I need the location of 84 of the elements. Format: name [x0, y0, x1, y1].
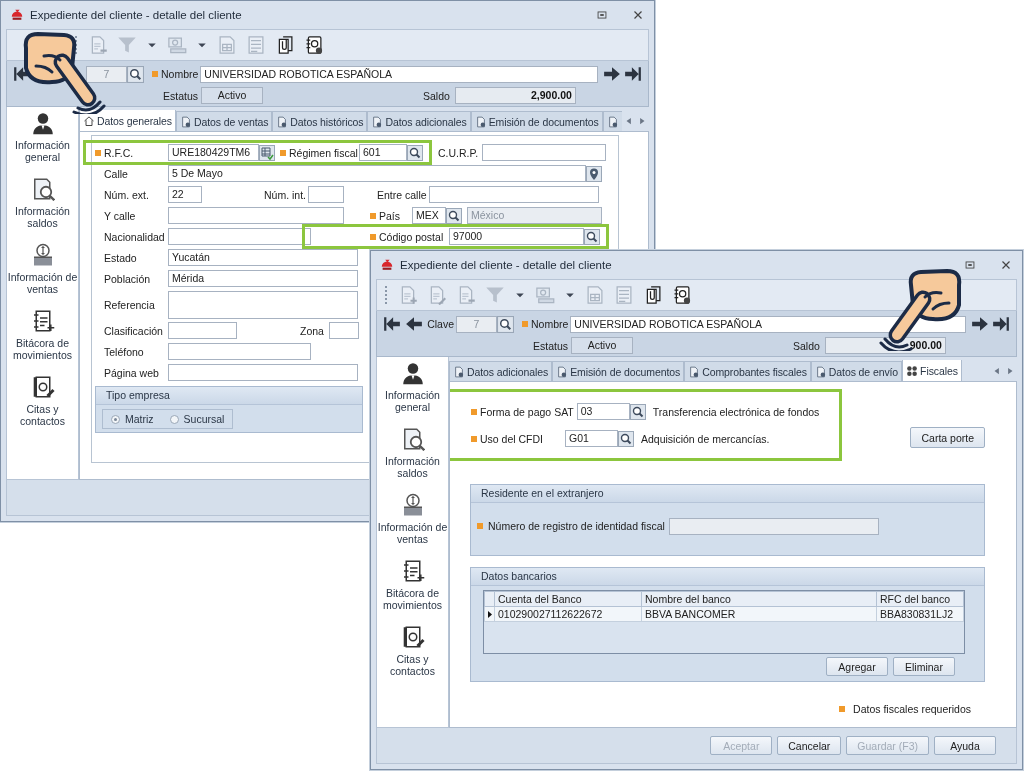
field-label: Código postal — [379, 230, 445, 243]
sidebar-item[interactable]: Información de ventas — [376, 521, 449, 545]
legend-text: Datos fiscales requeridos — [853, 703, 971, 715]
input-field[interactable]: 22 — [168, 186, 202, 203]
tab[interactable]: Emisión de documentos — [552, 361, 685, 381]
carta-porte-button[interactable]: Carta porte — [910, 427, 985, 448]
field-label: Calle — [104, 167, 129, 180]
field-label: Referencia — [104, 299, 156, 311]
field-label: Nombre — [531, 318, 570, 330]
field-label: Población — [104, 272, 152, 285]
field-label: Y calle — [104, 209, 137, 222]
field-label: Uso del CFDI — [480, 432, 544, 445]
input-field[interactable]: Mérida — [168, 270, 358, 287]
input-field[interactable]: 97000 — [449, 228, 584, 245]
sidebar-item[interactable]: Información general — [6, 139, 79, 163]
group-title: Residente en el extranjero — [471, 485, 984, 503]
table-button[interactable]: Agregar — [826, 657, 888, 676]
sidebar-item[interactable]: Información general — [376, 389, 449, 413]
input-field[interactable]: G01 — [565, 430, 618, 447]
tab[interactable]: Datos de ventas — [175, 111, 273, 131]
balance-field: 2,900.00 — [454, 87, 576, 104]
input-field[interactable]: Yucatán — [168, 249, 358, 266]
field-label: Nacionalidad — [104, 230, 166, 243]
field-label: Clasificación — [104, 324, 164, 337]
window-title: Expediente del cliente - detalle del cliente — [30, 9, 243, 21]
table-cell: 010290027112622672 — [494, 606, 642, 622]
field-label: Teléfono — [104, 345, 145, 358]
field-label: Estatus — [161, 89, 199, 102]
sidebar-item[interactable]: Citas y contactos — [376, 653, 449, 677]
footer-button[interactable]: Cancelar — [777, 736, 842, 755]
table-button[interactable]: Eliminar — [893, 657, 955, 676]
column-header: RFC del banco — [876, 591, 964, 607]
tab[interactable]: Emisión de documentos — [470, 111, 603, 131]
field-label: Número de registro de identidad fiscal — [488, 520, 666, 532]
window-title: Expediente del cliente - detalle del cliente — [400, 259, 613, 271]
field-label: Saldo — [423, 89, 451, 102]
field-label: Página web — [104, 366, 160, 379]
tab[interactable]: Datos generales — [79, 110, 176, 131]
tab[interactable]: Datos de envío — [810, 361, 903, 381]
field-description: Transferencia electrónica de fondos — [652, 405, 820, 418]
table-cell: BBA830831LJ2 — [876, 606, 964, 622]
group-title: Datos bancarios — [471, 568, 984, 586]
sidebar-item[interactable]: Bitácora de movimientos — [6, 337, 79, 361]
column-header: Cuenta del Banco — [494, 591, 642, 607]
input-field[interactable]: 03 — [576, 403, 630, 420]
field-label: Nombre — [161, 68, 200, 80]
input-field[interactable]: URE180429TM6 — [168, 144, 259, 161]
field-label: País — [379, 209, 401, 222]
field-label: Estatus — [531, 339, 569, 352]
sidebar-item[interactable]: Información de ventas — [6, 271, 79, 295]
name-field[interactable]: UNIVERSIDAD ROBOTICA ESPAÑOLA — [200, 65, 598, 83]
input-field[interactable]: 601 — [359, 144, 407, 161]
table-cell: BBVA BANCOMER — [641, 606, 877, 622]
tab[interactable]: Fiscales — [902, 360, 962, 381]
tab[interactable]: Datos adicionales — [449, 361, 553, 381]
sidebar-item[interactable]: Información saldos — [6, 205, 79, 229]
tab[interactable]: Datos adicionales — [367, 111, 471, 131]
name-field[interactable]: UNIVERSIDAD ROBOTICA ESPAÑOLA — [570, 315, 966, 333]
sidebar-item[interactable]: Bitácora de movimientos — [376, 587, 449, 611]
status-field: Activo — [571, 337, 633, 354]
field-label: Saldo — [793, 339, 821, 352]
group-title: Tipo empresa — [96, 387, 362, 405]
tab[interactable]: Comprobantes fiscales — [684, 361, 811, 381]
status-field: Activo — [201, 87, 263, 104]
sidebar-item[interactable]: Información saldos — [376, 455, 449, 479]
radio-option[interactable]: Sucursal — [161, 413, 233, 425]
field-label: Entre calle — [377, 188, 428, 201]
field-label: Estado — [104, 251, 138, 264]
field-label: Núm. int. — [264, 188, 307, 201]
field-label: Régimen fiscal — [289, 146, 359, 159]
field-label: Zona — [300, 324, 325, 337]
column-header: Nombre del banco — [641, 591, 877, 607]
field-description: Adquisición de mercancías. — [641, 432, 770, 445]
field-label: R.F.C. — [104, 146, 135, 159]
input-field[interactable]: 5 De Mayo — [168, 165, 586, 182]
field-label: Núm. ext. — [104, 188, 150, 201]
sidebar-item[interactable]: Citas y contactos — [6, 403, 79, 427]
input-field[interactable]: MEX — [412, 207, 446, 224]
field-label: C.U.R.P. — [438, 146, 480, 159]
tab[interactable]: Datos históricos — [272, 111, 368, 131]
field-label: Forma de pago SAT — [480, 405, 575, 418]
radio-option[interactable]: Matriz — [103, 413, 162, 425]
footer-button[interactable]: Ayuda — [934, 736, 996, 755]
field-label: Clave — [427, 318, 454, 330]
